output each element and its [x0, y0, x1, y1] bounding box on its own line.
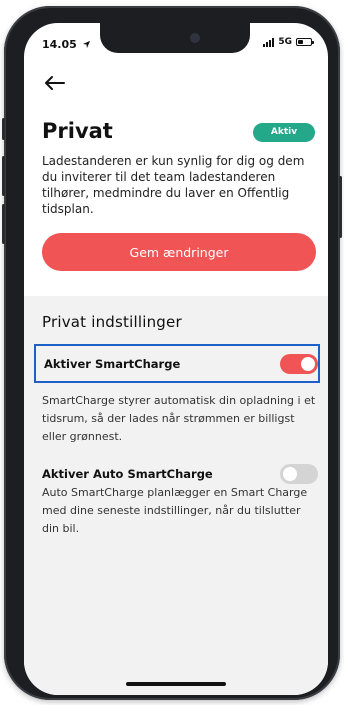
private-settings-section: Privat indstillinger Aktiver SmartCharge…: [24, 296, 328, 695]
volume-up-button: [2, 156, 5, 196]
network-label: 5G: [278, 37, 292, 47]
back-arrow-icon[interactable]: [42, 73, 68, 93]
notch: [100, 23, 250, 53]
smartcharge-label: Aktiver SmartCharge: [44, 357, 181, 371]
toggle-knob: [301, 357, 315, 371]
app-screen: 14.05 5G Privat Aktiv Ladestanderen er k…: [24, 23, 328, 695]
status-badge: Aktiv: [253, 123, 315, 142]
location-arrow-icon: [82, 40, 90, 49]
toggle-knob: [283, 467, 297, 481]
auto-smartcharge-description: Auto SmartCharge planlægger en Smart Cha…: [42, 486, 308, 535]
signal-icon: [263, 37, 275, 47]
smartcharge-description: SmartCharge styrer automatisk din opladn…: [42, 394, 316, 443]
smartcharge-toggle[interactable]: [280, 354, 318, 374]
settings-title: Privat indstillinger: [42, 313, 182, 331]
auto-smartcharge-label: Aktiver Auto SmartCharge: [42, 467, 213, 481]
front-camera: [190, 33, 200, 43]
privacy-description: Ladestanderen er kun synlig for dig og d…: [42, 154, 305, 216]
auto-smartcharge-toggle[interactable]: [280, 464, 318, 484]
power-button: [339, 176, 342, 238]
status-indicators: 5G: [263, 37, 314, 47]
home-indicator[interactable]: [126, 682, 226, 686]
save-changes-button[interactable]: Gem ændringer: [42, 233, 316, 271]
status-time: 14.05: [42, 38, 91, 51]
battery-icon: [296, 38, 314, 46]
phone-frame: 14.05 5G Privat Aktiv Ladestanderen er k…: [2, 6, 342, 700]
page-title: Privat: [42, 119, 113, 143]
status-time-text: 14.05: [42, 38, 77, 51]
volume-down-button: [2, 204, 5, 244]
mute-switch: [2, 118, 5, 140]
